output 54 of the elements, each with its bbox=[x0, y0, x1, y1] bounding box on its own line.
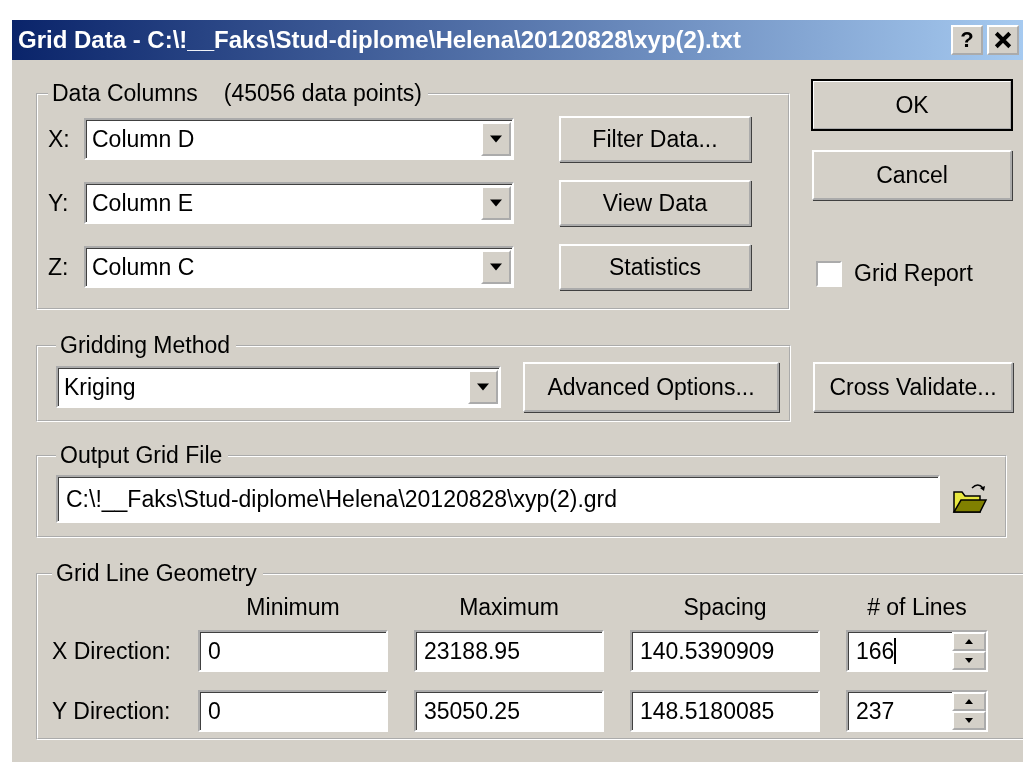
axis-label: Y: bbox=[48, 189, 70, 217]
axis-label: Z: bbox=[48, 253, 70, 281]
data-count: (45056 data points) bbox=[223, 80, 422, 107]
close-button[interactable] bbox=[987, 25, 1019, 55]
axis-label: X: bbox=[48, 125, 71, 153]
checkbox-label: Grid Report bbox=[854, 260, 973, 287]
dropdown[interactable]: Column E bbox=[84, 182, 514, 224]
up-arrow-icon bbox=[965, 699, 973, 704]
column-header: # of Lines bbox=[866, 594, 968, 621]
spin-up-button[interactable] bbox=[952, 692, 986, 711]
number-field[interactable]: 35050.25 bbox=[414, 690, 604, 732]
dropdown[interactable]: Kriging bbox=[56, 366, 501, 408]
window-title: Grid Data - C:\!__Faks\Stud-diplome\Helena\20120828\xyp(2).txt bbox=[18, 26, 741, 54]
number-field[interactable]: 0 bbox=[198, 630, 388, 672]
row-label: X Direction: bbox=[52, 637, 172, 665]
spin-field[interactable]: 166 bbox=[846, 630, 988, 672]
checkbox[interactable] bbox=[816, 260, 842, 287]
up-arrow-icon bbox=[965, 639, 973, 644]
browse-button[interactable] bbox=[952, 482, 988, 516]
column-header: Minimum bbox=[245, 594, 341, 621]
spin-down-button[interactable] bbox=[952, 711, 986, 730]
down-arrow-icon bbox=[965, 718, 973, 723]
number-field[interactable]: 140.5390909 bbox=[630, 630, 820, 672]
dropdown[interactable]: Column C bbox=[84, 246, 514, 288]
group-label: Grid Line Geometry bbox=[56, 560, 257, 587]
action-button[interactable]: Statistics bbox=[559, 244, 751, 290]
column-header: Maximum bbox=[458, 594, 560, 621]
file-path-field[interactable]: C:\!__Faks\Stud-diplome\Helena\20120828\xyp(2).grd bbox=[56, 475, 940, 523]
group-label: Data Columns bbox=[52, 80, 198, 107]
cross-validate-button[interactable]: Cross Validate... bbox=[813, 362, 1013, 412]
action-button[interactable]: View Data bbox=[559, 180, 751, 226]
advanced-options-button[interactable]: Advanced Options... bbox=[523, 362, 779, 412]
down-arrow-icon bbox=[965, 658, 973, 663]
number-field[interactable]: 0 bbox=[198, 690, 388, 732]
help-button[interactable]: ? bbox=[951, 25, 983, 55]
group-label: Gridding Method bbox=[60, 332, 231, 359]
number-field[interactable]: 23188.95 bbox=[414, 630, 604, 672]
spin-field[interactable]: 237 bbox=[846, 690, 988, 732]
number-field[interactable]: 148.5180085 bbox=[630, 690, 820, 732]
group-label: Output Grid File bbox=[60, 442, 223, 469]
row-label: Y Direction: bbox=[52, 697, 172, 725]
down-arrow-icon bbox=[490, 199, 502, 207]
open-folder-icon bbox=[952, 482, 988, 516]
close-icon bbox=[994, 31, 1012, 49]
column-header: Spacing bbox=[682, 594, 768, 621]
down-arrow-icon bbox=[490, 135, 502, 143]
cancel-button[interactable]: Cancel bbox=[812, 150, 1012, 200]
spin-down-button[interactable] bbox=[952, 651, 986, 670]
spin-up-button[interactable] bbox=[952, 632, 986, 651]
dropdown[interactable]: Column D bbox=[84, 118, 514, 160]
ok-button[interactable]: OK bbox=[812, 80, 1012, 130]
action-button[interactable]: Filter Data... bbox=[559, 116, 751, 162]
down-arrow-icon bbox=[490, 263, 502, 271]
down-arrow-icon bbox=[477, 383, 489, 391]
